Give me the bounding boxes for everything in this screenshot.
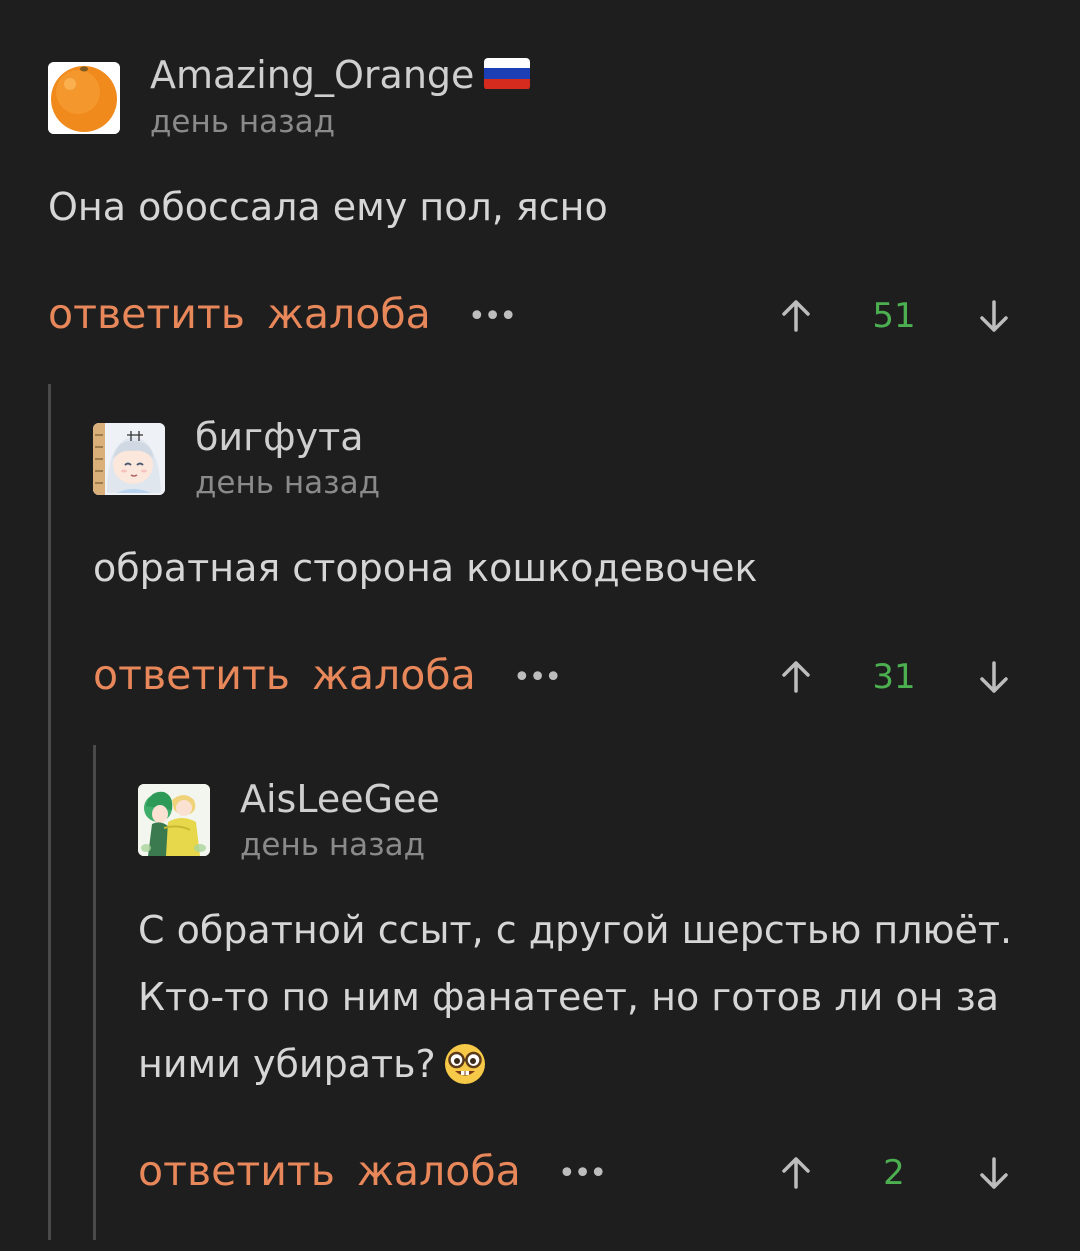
- upvote-button[interactable]: [776, 1153, 816, 1193]
- nerd-face-emoji-icon: [444, 1043, 485, 1084]
- arrow-up-icon: [782, 1157, 810, 1189]
- comment-text-line-with-emoji: ними убирать?: [138, 1031, 1012, 1098]
- comment-text-line: С обратной ссыт, с другой шерстью плюёт.: [138, 908, 1013, 952]
- rating-count: 2: [883, 1153, 905, 1193]
- avatar[interactable]: [138, 784, 210, 856]
- comment-text-line: Кто-то по ним фанатеет, но готов ли он з…: [138, 975, 1000, 1019]
- arrow-down-icon: [980, 1157, 1008, 1189]
- more-options-button[interactable]: •••: [558, 1159, 607, 1189]
- comments-page: Amazing_Orange день назад Она обоссала е…: [0, 0, 1080, 1251]
- comment: AisLeeGee день назад С обратной ссыт, с …: [0, 0, 1080, 1251]
- report-button[interactable]: жалоба: [357, 1151, 521, 1192]
- comment-text: С обратной ссыт, с другой шерстью плюёт.…: [138, 897, 1012, 1098]
- reply-button[interactable]: ответить: [138, 1151, 335, 1192]
- username[interactable]: AisLeeGee: [240, 780, 440, 818]
- comment-text-line: ними убирать?: [138, 1042, 436, 1086]
- downvote-button[interactable]: [974, 1153, 1014, 1193]
- anime-couple-avatar-image: [138, 784, 210, 856]
- comment-time: день назад: [240, 827, 426, 863]
